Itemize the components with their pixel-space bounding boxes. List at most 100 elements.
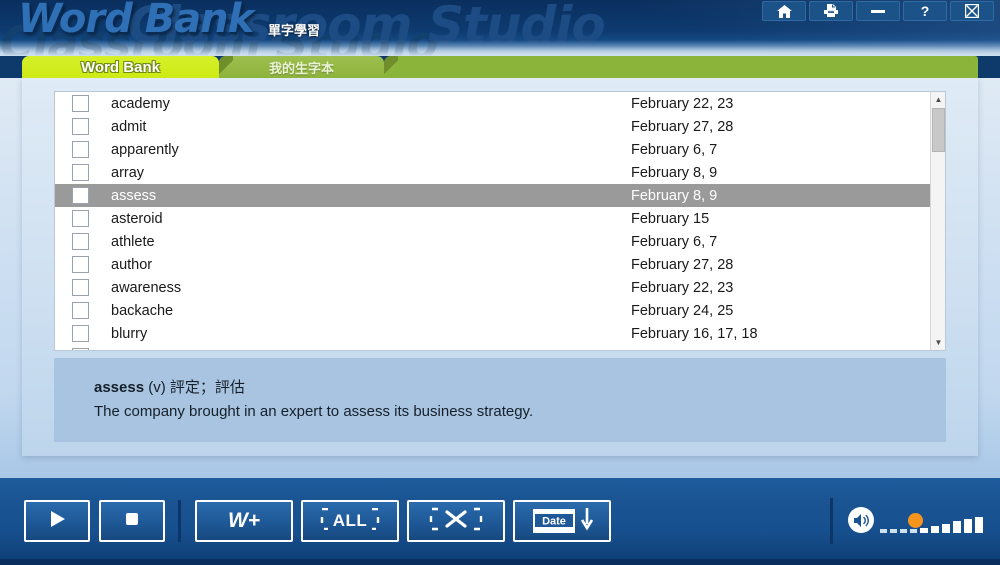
volume-separator [830,498,833,544]
volume-tick [920,528,928,533]
word-list-scrollbar[interactable]: ▲ ▼ [930,92,945,350]
home-icon [776,4,792,18]
scrollbar-thumb[interactable] [932,108,945,152]
table-row[interactable]: author February 27, 28 [55,253,945,276]
bracket-right-icon [371,507,380,535]
table-row[interactable]: array February 8, 9 [55,161,945,184]
table-row[interactable]: awareness February 22, 23 [55,276,945,299]
bracket-left-icon [320,507,329,535]
add-word-button[interactable]: W+ [195,500,293,542]
volume-tick [975,517,983,533]
date-label: February 24, 25 [631,302,734,319]
date-label: February 6, 7 [631,141,718,158]
stop-icon [124,511,140,532]
tab-word-bank[interactable]: Word Bank [22,56,219,78]
play-icon [47,509,67,534]
volume-tick-filled [880,529,887,533]
row-checkbox[interactable] [72,279,89,296]
date-label: February 22, 23 [631,279,734,296]
scroll-up-icon[interactable]: ▲ [931,92,945,107]
volume-tick [942,523,950,533]
volume-tick [964,519,972,533]
tab-my-notebook[interactable]: 我的生字本 [219,56,384,78]
scroll-down-icon[interactable]: ▼ [931,335,945,350]
table-row[interactable]: athlete February 6, 7 [55,230,945,253]
table-row[interactable]: bFebruary 6, 7 [55,345,945,351]
date-label: February 6, 7 [631,349,717,351]
table-row[interactable]: apparently February 6, 7 [55,138,945,161]
tab-bar: 我的生字本 Word Bank [0,56,1000,78]
print-button[interactable] [809,1,853,21]
definition-meaning: 評定；評估 [169,379,245,396]
speaker-icon[interactable] [848,507,874,533]
definition-panel: assess (v) 評定；評估 The company brought in … [54,358,946,442]
window-controls: ? [762,1,994,21]
row-checkbox[interactable] [72,256,89,273]
word-label: apparently [111,141,179,158]
date-label: February 8, 9 [631,187,718,204]
date-icon: Date [532,508,576,534]
table-row[interactable]: asteroid February 15 [55,207,945,230]
word-label: author [111,256,153,273]
home-button[interactable] [762,1,806,21]
row-checkbox[interactable] [72,118,89,135]
word-label: admit [111,118,147,135]
definition-example: The company brought in an expert to asse… [94,403,534,420]
table-row[interactable]: admit February 27, 28 [55,115,945,138]
date-label: February 6, 7 [631,233,718,250]
toolbar-separator [178,500,181,542]
row-checkbox[interactable] [72,325,89,342]
word-bank-app: Classroom Studio Classroom Studio Word B… [0,0,1000,565]
app-title: Word Bank [18,0,254,42]
table-row[interactable]: blurry February 16, 17, 18 [55,322,945,345]
minimize-icon [871,9,885,14]
app-subtitle: 單字學習 [268,23,321,38]
row-checkbox[interactable] [72,164,89,181]
volume-tick-filled [890,529,897,533]
row-checkbox[interactable] [72,95,89,112]
word-label: academy [111,95,170,112]
help-icon: ? [920,3,930,19]
tab-bar-tail [384,56,978,78]
table-row[interactable]: academy February 22, 23 [55,92,945,115]
help-button[interactable]: ? [903,1,947,21]
definition-pos: (v) [148,379,166,396]
row-checkbox[interactable] [72,187,89,204]
select-all-button[interactable]: ALL [301,500,399,542]
word-list[interactable]: academy February 22, 23 admit February 27, … [54,91,946,351]
volume-slider[interactable] [880,517,983,533]
play-button[interactable] [24,500,90,542]
minimize-button[interactable] [856,1,900,21]
word-label: awareness [111,279,182,296]
shuffle-button[interactable] [407,500,505,542]
definition-headword-line: assess (v) 評定；評估 [94,376,946,397]
word-label: athlete [111,233,155,250]
shuffle-icon [428,507,484,536]
add-word-label: W+ [227,509,261,532]
date-label: February 16, 17, 18 [631,325,758,342]
header-glow [0,40,1000,56]
volume-tick-filled [910,529,917,533]
select-all-label: ALL [332,511,368,530]
stop-button[interactable] [99,500,165,542]
word-label: b [111,349,631,351]
word-label: asteroid [111,210,163,227]
row-checkbox[interactable] [72,348,89,350]
sort-descending-icon [580,507,593,536]
row-checkbox[interactable] [72,141,89,158]
table-row[interactable]: assess February 8, 9 [55,184,945,207]
row-checkbox[interactable] [72,302,89,319]
close-button[interactable] [950,1,994,21]
word-list-rows: academy February 22, 23 admit February 27, … [55,92,945,351]
row-checkbox[interactable] [72,233,89,250]
table-row[interactable]: backache February 24, 25 [55,299,945,322]
date-label: February 8, 9 [631,164,718,181]
app-header: Classroom Studio Classroom Studio Word B… [0,0,1000,56]
printer-icon [823,4,839,18]
word-label: blurry [111,325,148,342]
volume-knob[interactable] [908,513,923,528]
close-icon [965,4,979,18]
sort-by-date-button[interactable]: Date [513,500,611,542]
row-checkbox[interactable] [72,210,89,227]
word-label: array [111,164,145,181]
